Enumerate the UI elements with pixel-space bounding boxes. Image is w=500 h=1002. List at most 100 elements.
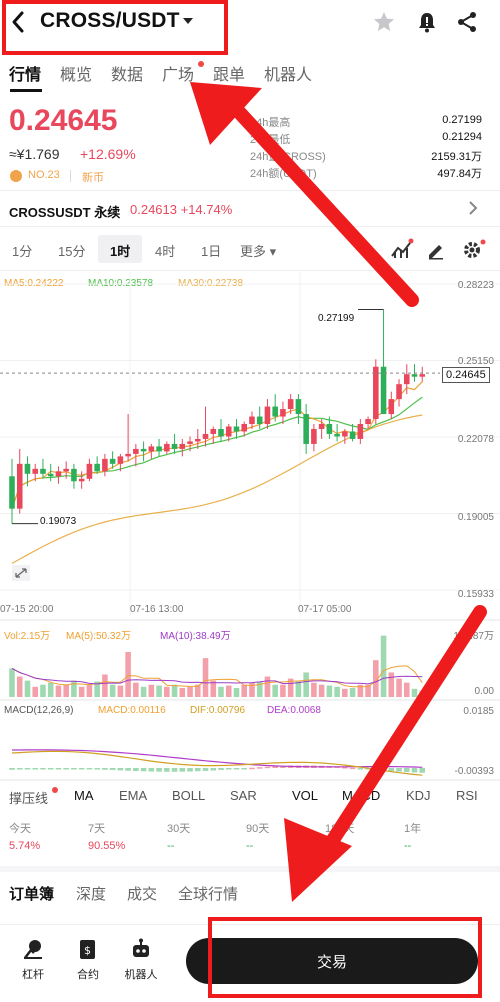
candle-body (342, 431, 348, 437)
interval-15m[interactable]: 15分 (58, 241, 85, 260)
stat-label-turnover: 24h额(USDT) (250, 168, 317, 180)
candle-body (32, 468, 39, 474)
footer-contract[interactable]: $ 合约 (65, 938, 111, 982)
indicator-vol[interactable]: VOL (292, 788, 318, 803)
volume-bar (102, 674, 108, 697)
macd-histogram-bar (194, 768, 201, 772)
tab-market[interactable]: 行情 (9, 61, 41, 85)
candle-body (55, 471, 62, 477)
macd-y-tick: 0.0185 (463, 706, 494, 717)
volume-bar (218, 686, 224, 697)
volume-bar (403, 682, 410, 697)
y-tick-label: 0.19005 (457, 512, 494, 523)
macd-y-tick: -0.00393 (454, 766, 494, 777)
annotation-highlight-box (208, 917, 482, 998)
candle-body (140, 448, 147, 452)
tab-order-book[interactable]: 订单簿 (9, 883, 54, 904)
candle-body (326, 424, 333, 434)
macd-histogram-bar (349, 767, 356, 770)
volume-bar (334, 686, 340, 697)
macd-histogram-bar (32, 768, 39, 770)
leverage-icon (22, 938, 44, 960)
indicator-kdj[interactable]: KDJ (406, 788, 431, 803)
indicator-ma[interactable]: MA (74, 788, 94, 803)
tab-data[interactable]: 数据 (111, 61, 143, 85)
volume-bar (225, 685, 232, 697)
macd-histogram-bar (403, 768, 410, 773)
perf-label: 90天 (246, 823, 270, 835)
macd-histogram-bar (109, 768, 116, 771)
volume-bar (318, 684, 325, 697)
expand-icon[interactable] (12, 565, 30, 586)
vol-legend: Vol:2.15万 (4, 631, 51, 642)
tab-copy-trading[interactable]: 跟单 (213, 61, 245, 85)
x-tick-label: 07-15 20:00 (0, 604, 54, 615)
settings-gear-icon[interactable] (462, 239, 486, 266)
macd-histogram-bar (86, 768, 93, 770)
volume-bar (380, 635, 387, 697)
footer-leverage[interactable]: 杠杆 (10, 938, 56, 982)
volume-bar (63, 684, 69, 697)
candle-body (202, 433, 209, 439)
macd-histogram-bar (218, 768, 224, 770)
share-icon[interactable] (455, 10, 479, 34)
perf-value: 90.55% (88, 840, 126, 852)
macd-histogram-bar (102, 768, 108, 770)
footer-robot[interactable]: 机器人 (118, 938, 164, 982)
candle-body (280, 409, 286, 417)
tab-bots[interactable]: 机器人 (264, 61, 312, 85)
tab-overview[interactable]: 概览 (60, 61, 92, 85)
indicator-macd[interactable]: MACD (342, 788, 380, 803)
volume-bar (47, 682, 54, 697)
volume-bar (55, 685, 62, 697)
macd-histogram-bar (249, 767, 255, 770)
alert-bell-icon[interactable] (415, 10, 439, 34)
chart-tools-icon[interactable] (390, 238, 414, 265)
interval-1m[interactable]: 1分 (12, 241, 32, 260)
interval-more[interactable]: 更多 ▾ (240, 241, 276, 260)
interval-1h[interactable]: 1时 (110, 241, 130, 260)
candle-body (264, 406, 271, 425)
volume-bar (179, 687, 186, 697)
stat-label-low: 24h最低 (250, 134, 291, 146)
volume-bar (303, 672, 309, 697)
candle-body (419, 374, 426, 377)
tab-square[interactable]: 广场 (162, 61, 194, 85)
candle-body (373, 366, 379, 420)
candle-body (102, 458, 108, 472)
y-tick-label: 0.25150 (457, 356, 494, 367)
indicator-sar[interactable]: SAR (230, 788, 257, 803)
star-icon[interactable] (372, 10, 396, 34)
candle-body (388, 399, 395, 415)
chevron-right-icon[interactable] (468, 200, 478, 221)
tab-depth[interactable]: 深度 (76, 883, 106, 904)
dea-legend: DEA:0.0068 (267, 705, 321, 716)
draw-pen-icon[interactable] (426, 240, 446, 265)
perf-label: 1年 (404, 823, 422, 835)
volume-bar (326, 685, 333, 697)
macd-histogram-bar (140, 768, 147, 772)
macd-histogram-bar (156, 768, 162, 772)
tab-global-market[interactable]: 全球行情 (178, 883, 238, 904)
interval-1d[interactable]: 1日 (201, 241, 221, 260)
volume-bar (342, 688, 348, 697)
candle-body (318, 424, 325, 429)
new-coin-tag: 新币 (82, 172, 104, 184)
candle-body (380, 366, 387, 415)
candle-body (156, 446, 162, 452)
perpetual-label[interactable]: CROSSUSDT 永续 (9, 202, 120, 221)
indicator-rsi[interactable]: RSI (456, 788, 478, 803)
candle-body (218, 428, 224, 437)
perf-label: 180天 (325, 823, 355, 835)
change-percent: +12.69% (80, 146, 136, 162)
indicator-boll[interactable]: BOLL (172, 788, 205, 803)
kline-chart[interactable] (0, 272, 500, 782)
perf-label: 7天 (88, 823, 106, 835)
candle-body (225, 426, 232, 437)
indicator-ema[interactable]: EMA (119, 788, 147, 803)
tab-trades[interactable]: 成交 (127, 883, 157, 904)
interval-4h[interactable]: 4时 (155, 241, 175, 260)
cny-price: ≈¥1.769 (9, 146, 60, 162)
main-tabs: 行情 概览 数据 广场 跟单 机器人 (0, 56, 500, 92)
indicator-support-resistance[interactable]: 撑压线 (9, 788, 48, 807)
